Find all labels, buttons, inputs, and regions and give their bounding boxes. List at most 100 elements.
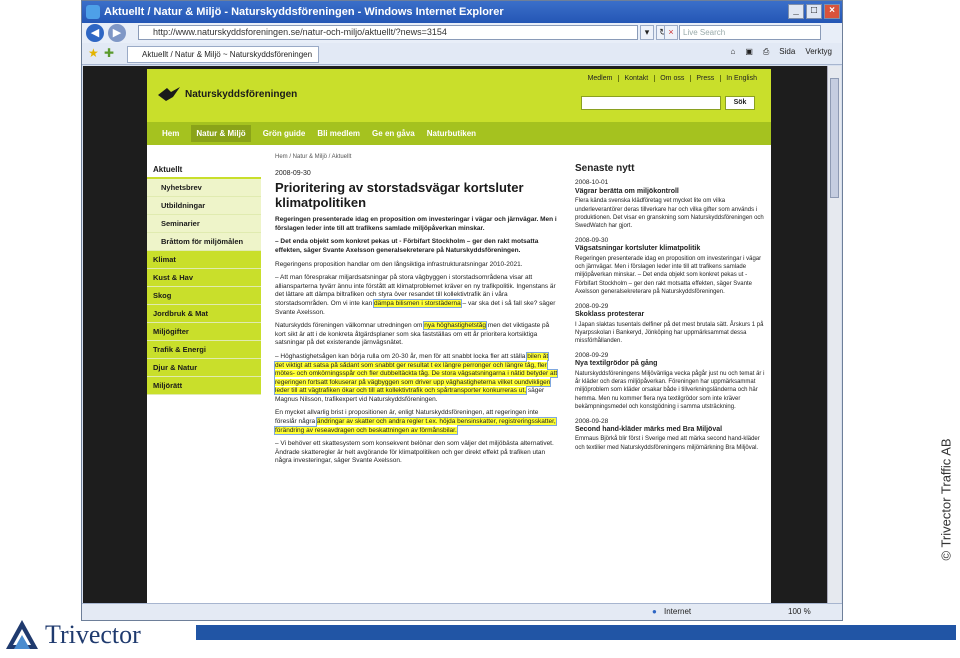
vertical-scrollbar[interactable] <box>827 66 841 604</box>
footer-bar <box>196 625 956 640</box>
sidebar-item-miljoratt[interactable]: Miljörätt <box>147 377 261 395</box>
add-favorite-icon[interactable]: ✚ <box>104 46 114 60</box>
main-nav: Hem Natur & Miljö Grön guide Bli medlem … <box>147 122 771 145</box>
article-paragraph: – Vi behöver ett skattesystem som konsek… <box>275 440 554 465</box>
site-logo[interactable]: Naturskyddsföreningen <box>157 85 297 103</box>
stop-icon[interactable]: × <box>664 25 678 40</box>
top-nav: Medlem Kontakt Om oss Press In English <box>583 75 757 82</box>
news-date: 2008-09-29 <box>575 302 609 310</box>
sidebar-item-aktuellt[interactable]: Aktuellt <box>147 161 261 179</box>
search-input[interactable]: Live Search <box>679 25 821 40</box>
home-icon[interactable]: ⌂ <box>730 47 735 57</box>
triangle-logo-icon <box>6 620 38 649</box>
article-paragraph: – Höghastighetsågen kan börja rulla om 2… <box>273 351 559 405</box>
sidebar-item-utbildningar[interactable]: Utbildningar <box>147 197 261 215</box>
sidebar-item-nyhetsbrev[interactable]: Nyhetsbrev <box>147 179 261 197</box>
topnav-english[interactable]: In English <box>720 75 757 82</box>
article-paragraph: En mycket allvarlig brist i propositione… <box>274 409 559 435</box>
news-title-link[interactable]: Nya textilgrödor på gång <box>575 360 765 368</box>
news-body: Naturskyddsföreningens Miljövänliga veck… <box>575 370 765 411</box>
highlighted-text: dämpa bilismen i storstäderna <box>373 298 462 308</box>
address-bar-row: ◀ ▶ http://www.naturskyddsforeningen.se/… <box>82 23 842 43</box>
zoom-level[interactable]: 100 % <box>788 604 811 620</box>
window-title: Aktuellt / Natur & Miljö - Naturskyddsfö… <box>104 6 504 18</box>
sidebar-item-miljogifter[interactable]: Miljögifter <box>147 323 261 341</box>
trivector-logo: Trivector <box>4 617 141 653</box>
sidebar-item-djur[interactable]: Djur & Natur <box>147 359 261 377</box>
copyright-text: © Trivector Traffic AB <box>938 438 954 561</box>
site-header: Naturskyddsföreningen Medlem Kontakt Om … <box>147 69 771 122</box>
text-run: – Höghastighetsågen kan börja rulla om 2… <box>275 352 526 360</box>
article-date: 2008-09-30 <box>275 169 311 177</box>
news-heading: Senaste nytt <box>575 163 635 174</box>
address-input[interactable]: http://www.naturskyddsforeningen.se/natu… <box>138 25 638 40</box>
tab-current[interactable]: Aktuellt / Natur & Miljö ~ Naturskyddsfö… <box>127 46 320 63</box>
bird-logo-icon <box>158 87 180 101</box>
news-title-link[interactable]: Second hand-kläder märks med Bra Miljöva… <box>575 426 765 434</box>
breadcrumb: Hem / Natur & Miljö / Aktuellt <box>275 154 352 160</box>
forward-icon[interactable]: ▶ <box>108 24 126 42</box>
news-column: Senaste nytt 2008-10-01 Vägrar berätta o… <box>575 163 765 458</box>
article-lede: Regeringen presenterade idag en proposit… <box>275 216 557 232</box>
news-date: 2008-09-30 <box>575 236 609 244</box>
topnav-press[interactable]: Press <box>690 75 714 82</box>
site-search-button[interactable]: Sök <box>725 96 755 110</box>
news-body: Flera kända svenska klädföretag vet myck… <box>575 198 764 230</box>
company-name: Trivector <box>45 620 141 649</box>
news-title-link[interactable]: Vägrar berätta om miljökontroll <box>575 188 765 196</box>
news-date: 2008-10-01 <box>575 179 609 187</box>
news-item: 2008-09-28 Second hand-kläder märks med … <box>575 418 765 453</box>
close-button[interactable]: × <box>824 4 840 19</box>
sidebar-item-brattom[interactable]: Bråttom för miljömålen <box>147 233 261 251</box>
page-menu[interactable]: Sida <box>779 47 795 57</box>
news-body: I Japan slaktas tusentals delfiner på de… <box>575 321 764 345</box>
logo-text: Naturskyddsföreningen <box>185 88 298 100</box>
sidebar-item-klimat[interactable]: Klimat <box>147 251 261 269</box>
highlighted-text: ändringar av skatter och andra regler t.… <box>274 417 557 435</box>
text-run: Naturskydds föreningen välkomnar utredni… <box>275 322 423 330</box>
dropdown-icon[interactable]: ▾ <box>640 25 654 40</box>
sidebar-item-seminarier[interactable]: Seminarier <box>147 215 261 233</box>
web-viewport: Naturskyddsföreningen Medlem Kontakt Om … <box>83 66 827 604</box>
news-item: 2008-09-30 Vägsatsningar kortsluter klim… <box>575 237 765 297</box>
scroll-thumb[interactable] <box>830 78 839 198</box>
topnav-medlem[interactable]: Medlem <box>583 75 613 82</box>
back-icon[interactable]: ◀ <box>86 24 104 42</box>
news-body: Regeringen presenterade idag en proposit… <box>575 255 762 296</box>
sidebar: Aktuellt Nyhetsbrev Utbildningar Seminar… <box>147 161 261 395</box>
news-title-link[interactable]: Vägsatsningar kortsluter klimatpolitik <box>575 245 765 253</box>
highlighted-text: nya höghastighetståg <box>423 321 488 331</box>
globe-icon: ● <box>652 607 657 616</box>
tools-menu[interactable]: Verktyg <box>805 47 832 57</box>
nav-bli-medlem[interactable]: Bli medlem <box>317 129 360 138</box>
maximize-button[interactable]: □ <box>806 4 822 19</box>
article-paragraph: Naturskydds föreningen välkomnar utredni… <box>275 321 559 348</box>
nav-naturbutiken[interactable]: Naturbutiken <box>427 129 476 138</box>
news-item: 2008-10-01 Vägrar berätta om miljökontro… <box>575 179 765 230</box>
minimize-button[interactable]: _ <box>788 4 804 19</box>
news-title-link[interactable]: Skoklass protesterar <box>575 311 765 319</box>
favorites-icon[interactable]: ★ <box>88 46 99 60</box>
news-item: 2008-09-29 Skoklass protesterar I Japan … <box>575 303 765 346</box>
title-bar: Aktuellt / Natur & Miljö - Naturskyddsfö… <box>82 1 842 23</box>
nav-gron-guide[interactable]: Grön guide <box>263 129 306 138</box>
tab-bar: ★ ✚ Aktuellt / Natur & Miljö ~ Naturskyd… <box>82 43 842 65</box>
topnav-om-oss[interactable]: Om oss <box>654 75 684 82</box>
topnav-kontakt[interactable]: Kontakt <box>618 75 648 82</box>
article-paragraph: – Att man föresprakar miljardsatsningar … <box>275 274 559 317</box>
nav-hem[interactable]: Hem <box>162 129 179 138</box>
web-page: Naturskyddsföreningen Medlem Kontakt Om … <box>147 69 771 604</box>
feeds-icon[interactable]: ▣ <box>745 47 753 57</box>
nav-natur-miljo[interactable]: Natur & Miljö <box>191 125 251 142</box>
ie-icon <box>86 5 100 19</box>
sidebar-item-skog[interactable]: Skog <box>147 287 261 305</box>
browser-window: Aktuellt / Natur & Miljö - Naturskyddsfö… <box>81 0 843 621</box>
sidebar-item-kust-hav[interactable]: Kust & Hav <box>147 269 261 287</box>
sidebar-item-trafik[interactable]: Trafik & Energi <box>147 341 261 359</box>
copyright-notice: © Trivector Traffic AB <box>936 433 956 563</box>
article-title: Prioritering av storstadsvägar kortslute… <box>275 180 524 211</box>
sidebar-item-jordbruk[interactable]: Jordbruk & Mat <box>147 305 261 323</box>
nav-ge-gava[interactable]: Ge en gåva <box>372 129 415 138</box>
print-icon[interactable]: ⎙ <box>763 47 769 57</box>
site-search-input[interactable] <box>581 96 721 110</box>
